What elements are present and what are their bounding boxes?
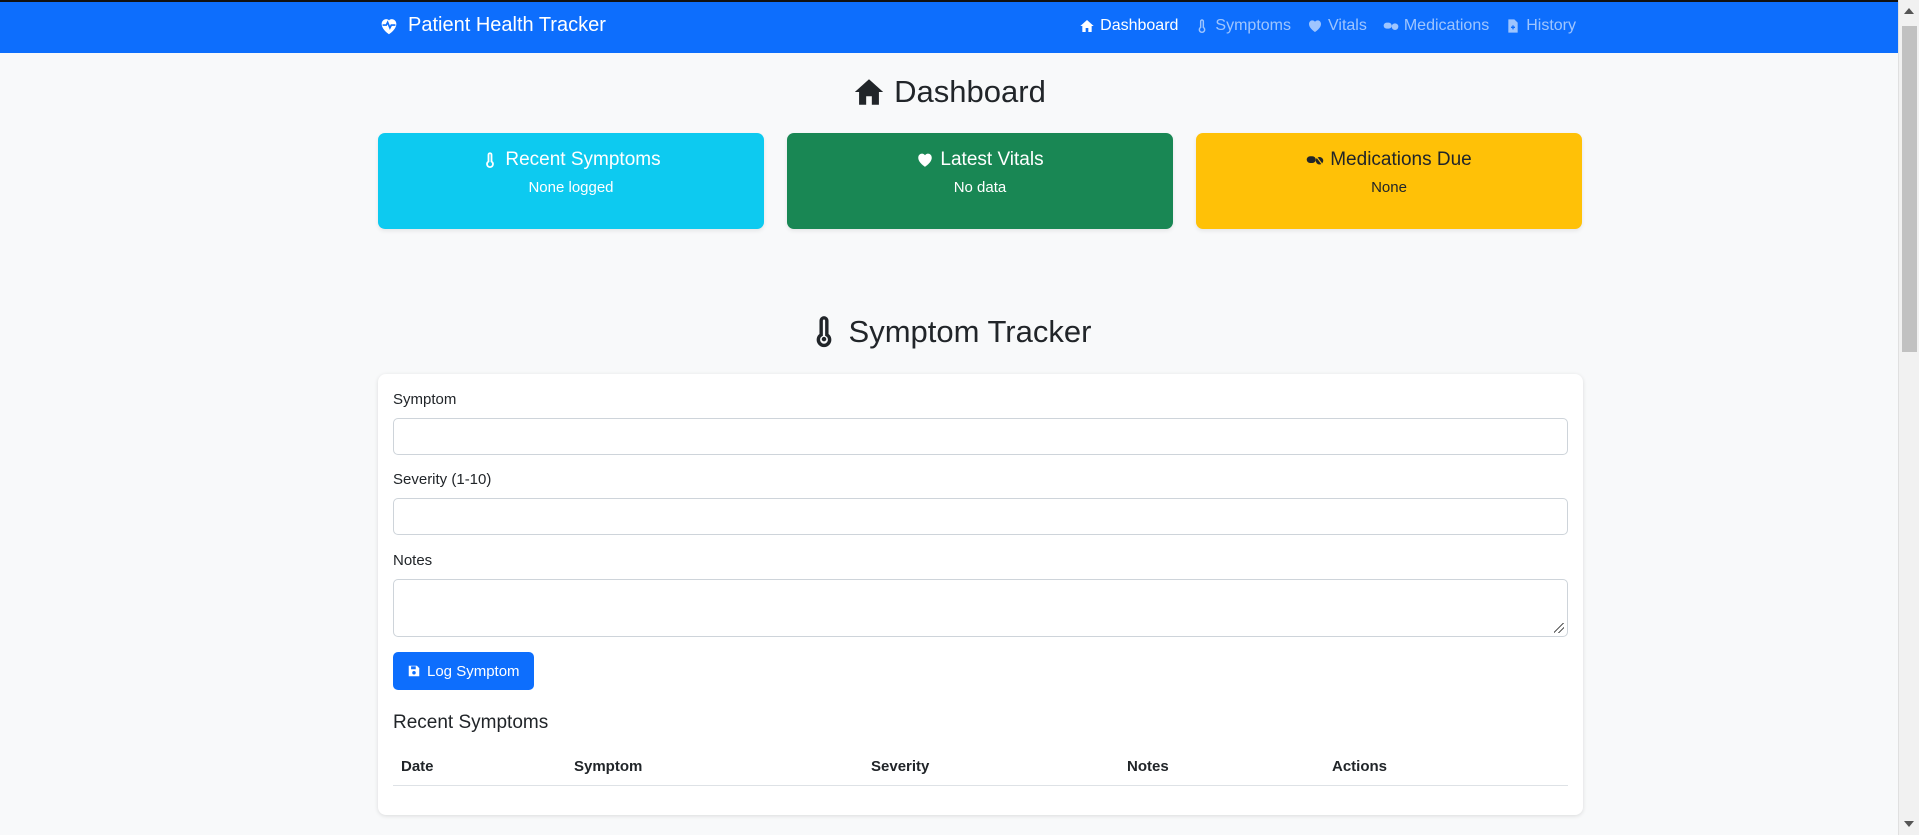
card-title: Latest Vitals <box>940 149 1044 170</box>
column-notes: Notes <box>1127 758 1169 775</box>
column-symptom: Symptom <box>574 758 643 775</box>
nav-menu: Dashboard Symptoms Vitals Medications Hi… <box>1079 17 1576 35</box>
notes-label: Notes <box>393 552 433 569</box>
card-text: None <box>1371 179 1407 196</box>
card-text: No data <box>953 179 1007 196</box>
brand[interactable]: Patient Health Tracker <box>378 14 606 37</box>
nav-label: Dashboard <box>1100 17 1179 34</box>
severity-label: Severity (1-10) <box>393 471 492 488</box>
symptom-form-card: Symptom Severity (1-10) Notes Log Sympto… <box>378 374 1583 815</box>
heart-pulse-icon <box>381 18 397 34</box>
card-text: None logged <box>528 179 614 196</box>
column-severity: Severity <box>871 758 930 775</box>
navbar: Patient Health Tracker Dashboard Symptom… <box>0 0 1898 53</box>
thermometer-icon <box>816 316 831 348</box>
symptom-input[interactable] <box>393 418 1568 455</box>
nav-item-symptoms[interactable]: Symptoms <box>1194 17 1291 35</box>
nav-label: Medications <box>1403 17 1490 34</box>
symptom-tracker-title: Symptom Tracker <box>0 314 1898 350</box>
save-icon <box>408 665 420 677</box>
log-symptom-button[interactable]: Log Symptom <box>393 652 534 690</box>
nav-item-dashboard[interactable]: Dashboard <box>1079 17 1178 35</box>
column-actions: Actions <box>1332 758 1388 775</box>
page-scrollbar[interactable] <box>1898 0 1919 835</box>
nav-item-vitals[interactable]: Vitals <box>1307 17 1367 35</box>
thermometer-icon <box>486 152 495 168</box>
card-latest-vitals: Latest Vitals No data <box>787 133 1173 229</box>
pills-icon <box>1383 22 1399 30</box>
card-medications-due: Medications Due None <box>1196 133 1582 229</box>
heart-icon <box>1309 20 1321 32</box>
severity-input[interactable] <box>393 498 1568 535</box>
scroll-down-icon[interactable] <box>1904 821 1914 827</box>
symptoms-table-header: Date Symptom Severity Notes Actions <box>393 758 1568 786</box>
nav-label: Vitals <box>1328 17 1367 34</box>
nav-label: Symptoms <box>1215 17 1291 34</box>
symptom-tracker-title-text: Symptom Tracker <box>848 314 1092 349</box>
thermometer-icon <box>1199 19 1206 33</box>
dashboard-title-text: Dashboard <box>894 74 1046 109</box>
scroll-up-icon[interactable] <box>1904 8 1914 14</box>
log-symptom-label: Log Symptom <box>427 662 520 680</box>
nav-label: History <box>1526 17 1576 34</box>
recent-symptoms-title: Recent Symptoms <box>393 712 549 733</box>
card-title: Recent Symptoms <box>505 149 661 170</box>
column-date: Date <box>401 758 434 775</box>
scroll-thumb[interactable] <box>1902 26 1917 352</box>
nav-item-medications[interactable]: Medications <box>1383 17 1489 35</box>
card-recent-symptoms: Recent Symptoms None logged <box>378 133 764 229</box>
home-icon <box>1080 20 1094 32</box>
card-title: Medications Due <box>1330 149 1472 170</box>
page: Patient Health Tracker Dashboard Symptom… <box>0 0 1919 835</box>
home-icon <box>855 79 884 105</box>
brand-title: Patient Health Tracker <box>408 14 606 36</box>
notes-textarea[interactable] <box>393 579 1568 637</box>
file-icon <box>1508 19 1518 33</box>
nav-item-history[interactable]: History <box>1505 17 1576 35</box>
dashboard-title: Dashboard <box>0 74 1898 110</box>
pills-icon <box>1306 156 1324 165</box>
resize-grip-icon[interactable] <box>1554 623 1564 633</box>
heart-icon <box>918 153 933 167</box>
symptom-label: Symptom <box>393 391 457 408</box>
